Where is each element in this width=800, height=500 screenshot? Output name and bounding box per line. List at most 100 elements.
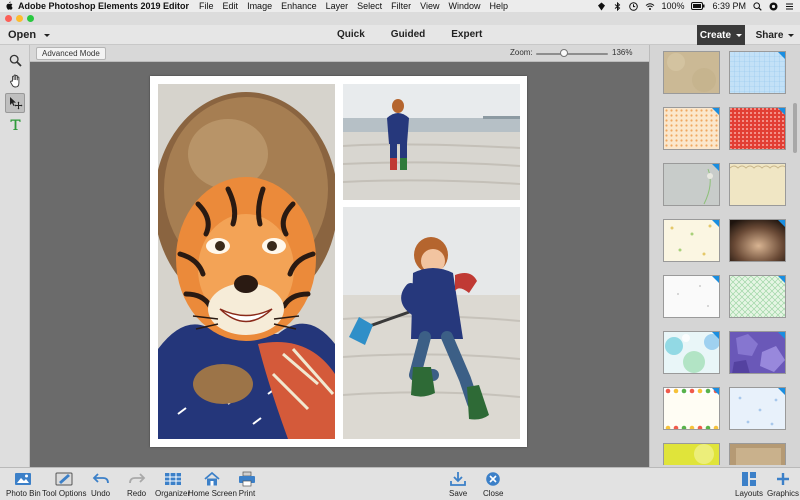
menu-list-icon[interactable]	[785, 2, 794, 11]
menubar-clock[interactable]: 6:39 PM	[712, 1, 746, 11]
menu-image[interactable]: Image	[247, 1, 272, 11]
save-button[interactable]: Save	[449, 471, 467, 498]
menu-enhance[interactable]: Enhance	[281, 1, 317, 11]
background-thumb-red-gingham[interactable]	[729, 107, 786, 150]
menu-file[interactable]: File	[199, 1, 214, 11]
background-thumb-blue-snow[interactable]	[729, 387, 786, 430]
document-canvas[interactable]	[30, 62, 649, 467]
photo-bin-icon	[15, 473, 32, 485]
background-thumb-floral-border[interactable]	[663, 387, 720, 430]
window-title-strip	[0, 12, 800, 25]
home-screen-label: Home Screen	[188, 489, 237, 498]
text-tool-button[interactable]	[5, 114, 25, 134]
menu-help[interactable]: Help	[490, 1, 509, 11]
control-center-icon[interactable]	[769, 2, 778, 11]
graphics-scrollbar[interactable]	[792, 49, 798, 463]
zoom-slider-track[interactable]	[536, 53, 608, 55]
menu-filter[interactable]: Filter	[391, 1, 411, 11]
photo-bin-button[interactable]: Photo Bin	[6, 471, 41, 498]
spotlight-icon[interactable]	[753, 1, 762, 11]
background-thumb-parchment[interactable]	[663, 51, 720, 94]
tool-options-icon	[55, 472, 73, 486]
scrollbar-thumb[interactable]	[793, 103, 797, 153]
background-thumb-green-diamonds[interactable]	[729, 275, 786, 318]
photo-beach-walk[interactable]	[343, 84, 520, 200]
close-button[interactable]: Close	[483, 471, 503, 498]
hand-icon	[9, 74, 19, 88]
zoom-tool-button[interactable]	[5, 50, 25, 70]
chevron-down-icon	[44, 33, 51, 37]
graphics-button[interactable]: Graphics	[767, 471, 799, 498]
wifi-icon[interactable]	[645, 2, 655, 11]
background-thumb-dark-bokeh[interactable]	[729, 219, 786, 262]
battery-icon[interactable]	[691, 1, 705, 11]
location-icon[interactable]	[597, 2, 606, 11]
tool-options-button[interactable]: Tool Options	[42, 471, 86, 498]
collage-page[interactable]	[150, 76, 527, 447]
background-thumb-lime[interactable]	[663, 443, 720, 465]
background-thumb-cream-lace[interactable]	[729, 163, 786, 206]
print-label: Print	[238, 489, 256, 498]
bottom-taskbar: Photo Bin Tool Options Undo Redo Organiz…	[0, 467, 800, 500]
graphics-panel	[649, 45, 800, 467]
move-tool-button[interactable]	[5, 93, 25, 113]
background-thumb-white-stars[interactable]	[663, 275, 720, 318]
print-button[interactable]: Print	[238, 471, 256, 498]
home-screen-button[interactable]: Home Screen	[188, 471, 237, 498]
bluetooth-icon[interactable]	[613, 1, 622, 11]
open-label: Open	[8, 29, 37, 41]
options-strip: Advanced Mode Zoom: 136%	[30, 45, 649, 62]
minimize-window-button[interactable]	[16, 15, 23, 22]
text-icon	[10, 119, 20, 130]
app-toolbar: Open Quick Guided Expert Create Share	[0, 25, 800, 45]
menu-window[interactable]: Window	[449, 1, 481, 11]
texture-pattern	[664, 52, 719, 93]
undo-icon	[92, 473, 109, 484]
zoom-value: 136%	[612, 48, 633, 57]
battery-percent: 100%	[661, 1, 685, 11]
zoom-icon	[9, 54, 22, 67]
photo-beach-run[interactable]	[343, 207, 520, 439]
background-thumb-aqua-bubbles[interactable]	[663, 331, 720, 374]
photo-tiger-face[interactable]	[158, 84, 335, 439]
plus-icon	[777, 473, 789, 485]
hand-tool-button[interactable]	[5, 71, 25, 91]
clock-icon[interactable]	[629, 1, 639, 11]
background-thumb-yellow-sprinkle[interactable]	[663, 219, 720, 262]
tool-panel	[0, 45, 30, 467]
tab-expert[interactable]: Expert	[451, 29, 482, 40]
organizer-button[interactable]: Organizer	[155, 471, 190, 498]
lace-pattern	[730, 164, 785, 205]
premium-corner-icon	[778, 108, 785, 115]
background-thumb-kraft[interactable]	[729, 443, 786, 465]
background-thumb-blue-grid[interactable]	[729, 51, 786, 94]
share-button[interactable]: Share	[750, 25, 800, 45]
apple-icon[interactable]	[0, 0, 18, 12]
layouts-button[interactable]: Layouts	[735, 471, 763, 498]
save-icon	[450, 472, 467, 486]
background-thumb-orange-dots[interactable]	[663, 107, 720, 150]
open-button[interactable]: Open	[8, 29, 51, 41]
premium-corner-icon	[712, 108, 719, 115]
redo-button[interactable]: Redo	[127, 471, 146, 498]
tab-guided[interactable]: Guided	[391, 29, 425, 40]
graphics-label: Graphics	[767, 489, 800, 498]
beach-walk-child-image	[343, 84, 520, 200]
menu-select[interactable]: Select	[357, 1, 382, 11]
app-name-menu[interactable]: Adobe Photoshop Elements 2019 Editor	[18, 1, 189, 11]
menu-edit[interactable]: Edit	[223, 1, 239, 11]
background-thumb-grey-floral[interactable]	[663, 163, 720, 206]
background-thumb-purple-hex[interactable]	[729, 331, 786, 374]
tab-quick[interactable]: Quick	[337, 29, 365, 40]
menu-view[interactable]: View	[420, 1, 439, 11]
undo-button[interactable]: Undo	[91, 471, 110, 498]
premium-corner-icon	[778, 220, 785, 227]
zoom-window-button[interactable]	[27, 15, 34, 22]
advanced-mode-button[interactable]: Advanced Mode	[36, 47, 106, 60]
close-window-button[interactable]	[5, 15, 12, 22]
mode-tabs: Quick Guided Expert	[337, 29, 508, 40]
create-button[interactable]: Create	[697, 25, 745, 45]
zoom-slider-handle[interactable]	[560, 49, 569, 57]
menu-layer[interactable]: Layer	[326, 1, 349, 11]
close-icon	[486, 472, 501, 486]
